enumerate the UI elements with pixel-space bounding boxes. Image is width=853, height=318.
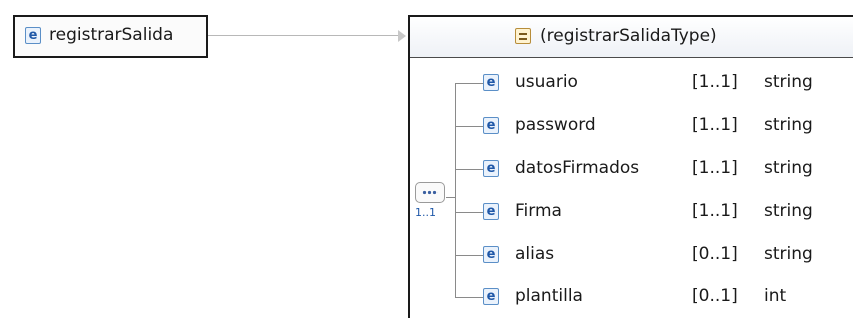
element-icon: e — [483, 74, 499, 91]
child-element-occurrence: [1..1] — [692, 115, 738, 135]
branch-line — [455, 255, 483, 256]
element-icon: e — [483, 203, 499, 220]
child-element-name[interactable]: usuario — [515, 72, 578, 92]
sequence-dots-icon — [422, 190, 438, 195]
child-element-name[interactable]: alias — [515, 244, 554, 264]
child-element-type: int — [764, 286, 787, 306]
element-icon: e — [483, 246, 499, 263]
child-element-occurrence: [1..1] — [692, 201, 738, 221]
sequence-trunk-line — [455, 83, 456, 297]
complex-type-icon — [515, 28, 531, 44]
child-element-type: string — [764, 201, 813, 221]
child-element-name[interactable]: Firma — [515, 201, 562, 221]
child-element-occurrence: [1..1] — [692, 72, 738, 92]
child-element-name[interactable]: plantilla — [515, 286, 583, 306]
child-element-occurrence: [1..1] — [692, 158, 738, 178]
child-element-type: string — [764, 158, 813, 178]
child-element-occurrence: [0..1] — [692, 286, 738, 306]
child-element-type: string — [764, 244, 813, 264]
branch-line — [455, 297, 483, 298]
branch-line — [455, 169, 483, 170]
connector-line — [208, 35, 398, 36]
root-element-name: registrarSalida — [49, 25, 174, 45]
sequence-occurrence: 1..1 — [415, 206, 436, 219]
child-element-type: string — [764, 115, 813, 135]
sequence-connector — [446, 197, 456, 198]
branch-line — [455, 126, 483, 127]
element-icon: e — [483, 288, 499, 305]
sequence-icon[interactable] — [415, 182, 445, 203]
branch-line — [455, 83, 483, 84]
child-element-name[interactable]: datosFirmados — [515, 158, 639, 178]
branch-line — [455, 212, 483, 213]
element-icon: e — [483, 160, 499, 177]
child-element-occurrence: [0..1] — [692, 244, 738, 264]
root-element-node[interactable]: e registrarSalida — [13, 15, 208, 58]
element-icon: e — [25, 27, 41, 44]
child-element-name[interactable]: password — [515, 115, 596, 135]
connector-arrow-icon — [398, 30, 406, 42]
child-element-type: string — [764, 72, 813, 92]
complex-type-name: (registrarSalidaType) — [540, 26, 717, 46]
element-icon: e — [483, 117, 499, 134]
